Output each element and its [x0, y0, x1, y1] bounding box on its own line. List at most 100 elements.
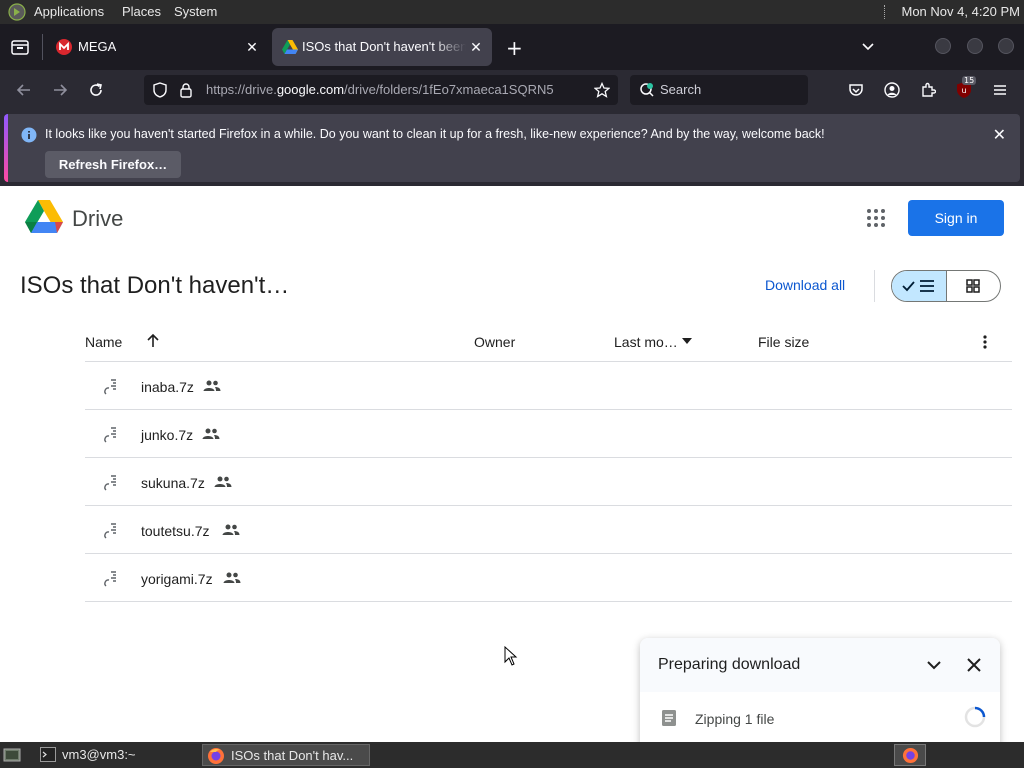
info-icon: [21, 127, 37, 143]
pocket-icon[interactable]: [848, 82, 864, 98]
download-panel-title: Preparing download: [658, 656, 801, 673]
download-item-text: Zipping 1 file: [695, 711, 775, 727]
taskbar-item-label: ISOs that Don't hav...: [231, 748, 354, 763]
minimize-window-icon[interactable]: [935, 38, 951, 54]
menu-applications[interactable]: Applications: [34, 4, 104, 19]
search-bar[interactable]: Search: [630, 75, 808, 105]
tab-drive[interactable]: ISOs that Don't haven't been ✕: [272, 28, 492, 66]
close-icon[interactable]: [967, 658, 981, 672]
file-name[interactable]: junko.7z: [141, 427, 193, 443]
tab-bar: MEGA ✕ ISOs that Don't haven't been ✕ +: [0, 24, 1024, 70]
drive-page: Drive Sign in ISOs that Don't haven't… D…: [0, 186, 1024, 742]
file-row[interactable]: sukuna.7z: [85, 458, 1012, 506]
url-domain: google.com: [276, 82, 345, 97]
url-prefix: https://drive.: [206, 82, 277, 97]
tab-title: MEGA: [78, 39, 117, 54]
search-input[interactable]: Search: [660, 82, 701, 97]
forward-icon[interactable]: [52, 82, 68, 98]
file-row[interactable]: inaba.7z: [85, 362, 1012, 410]
svg-text:u: u: [961, 86, 966, 95]
refresh-firefox-button[interactable]: Refresh Firefox…: [45, 151, 181, 178]
list-view-icon: [902, 280, 934, 292]
close-icon[interactable]: ✕: [466, 37, 486, 57]
file-name[interactable]: yorigami.7z: [141, 571, 213, 587]
archive-file-icon: [103, 570, 119, 588]
more-vert-icon[interactable]: [982, 334, 988, 350]
maximize-window-icon[interactable]: [967, 38, 983, 54]
extensions-icon[interactable]: [920, 82, 936, 98]
show-desktop-icon[interactable]: [3, 746, 21, 764]
view-toggle: [891, 270, 1001, 302]
archive-file-icon: [103, 522, 119, 540]
chevron-down-icon[interactable]: [860, 38, 876, 54]
notification-message: It looks like you haven't started Firefo…: [45, 127, 825, 141]
ublock-badge: 15: [962, 76, 977, 85]
firefox-icon: [208, 748, 224, 764]
reload-icon[interactable]: [88, 82, 104, 98]
nav-bar: https://drive.google.com/drive/folders/1…: [0, 70, 1024, 110]
shared-people-icon: [214, 476, 232, 488]
hamburger-menu-icon[interactable]: [992, 82, 1008, 98]
taskbar-item-terminal[interactable]: vm3@vm3:~: [34, 744, 200, 766]
grid-view-button[interactable]: [948, 271, 1000, 301]
sign-in-button[interactable]: Sign in: [908, 200, 1004, 236]
drive-app-name[interactable]: Drive: [72, 206, 123, 232]
collapse-chevron-icon[interactable]: [926, 657, 942, 673]
workspace-switcher[interactable]: [894, 744, 926, 766]
top-panel: Applications Places System Mon Nov 4, 4:…: [0, 0, 1024, 24]
firefox-view-icon[interactable]: [10, 37, 30, 57]
terminal-icon: [40, 747, 56, 762]
download-panel: Preparing download Zipping 1 file: [640, 638, 1000, 742]
download-all-button[interactable]: Download all: [765, 277, 845, 293]
menu-system[interactable]: System: [174, 4, 217, 19]
gnome-logo-icon[interactable]: [8, 3, 26, 21]
url-bar[interactable]: https://drive.google.com/drive/folders/1…: [144, 75, 618, 105]
file-name[interactable]: sukuna.7z: [141, 475, 205, 491]
file-row[interactable]: toutetsu.7z: [85, 506, 1012, 554]
list-view-button[interactable]: [892, 271, 947, 301]
refresh-firefox-notification: It looks like you haven't started Firefo…: [4, 114, 1020, 182]
toolbar-divider: [874, 270, 875, 302]
close-icon[interactable]: ✕: [242, 37, 262, 57]
sort-arrow-up-icon[interactable]: [145, 333, 161, 349]
column-header-name[interactable]: Name: [85, 334, 122, 350]
mouse-cursor-icon: [504, 646, 518, 666]
tab-mega[interactable]: MEGA ✕: [46, 28, 268, 66]
back-icon[interactable]: [16, 82, 32, 98]
file-name[interactable]: inaba.7z: [141, 379, 194, 395]
caret-down-icon[interactable]: [682, 338, 692, 344]
archive-file-icon: [103, 474, 119, 492]
search-engine-icon: [639, 82, 655, 98]
drive-logo-icon[interactable]: [25, 200, 63, 234]
tab-divider: [42, 34, 43, 60]
close-icon[interactable]: ✕: [993, 125, 1006, 144]
shared-people-icon: [223, 572, 241, 584]
column-header-last-modified[interactable]: Last mo…: [614, 334, 678, 350]
url-text[interactable]: https://drive.google.com/drive/folders/1…: [206, 82, 586, 97]
account-icon[interactable]: [884, 82, 900, 98]
archive-file-icon: [103, 426, 119, 444]
shared-people-icon: [202, 428, 220, 440]
notification-accent: [4, 114, 8, 182]
bookmark-star-icon[interactable]: [594, 82, 610, 98]
shared-people-icon: [222, 524, 240, 536]
google-apps-icon[interactable]: [866, 208, 886, 228]
menu-places[interactable]: Places: [122, 4, 161, 19]
taskbar: vm3@vm3:~ ISOs that Don't hav...: [0, 742, 1024, 768]
new-tab-icon[interactable]: +: [506, 36, 523, 60]
download-panel-header: Preparing download: [640, 638, 1000, 692]
panel-clock[interactable]: Mon Nov 4, 4:20 PM: [902, 4, 1021, 19]
file-row[interactable]: junko.7z: [85, 410, 1012, 458]
column-header-file-size[interactable]: File size: [758, 334, 809, 350]
taskbar-item-firefox[interactable]: ISOs that Don't hav...: [202, 744, 370, 766]
url-path: /drive/folders/1fEo7xmaeca1SQRN5: [344, 82, 554, 97]
column-header-owner[interactable]: Owner: [474, 334, 515, 350]
close-window-icon[interactable]: [998, 38, 1014, 54]
shield-icon[interactable]: [152, 82, 168, 98]
file-row[interactable]: yorigami.7z: [85, 554, 1012, 602]
file-name[interactable]: toutetsu.7z: [141, 523, 210, 539]
drive-favicon-icon: [282, 39, 298, 55]
document-icon: [661, 709, 677, 727]
lock-icon[interactable]: [179, 82, 193, 98]
tab-title: ISOs that Don't haven't been: [302, 39, 466, 54]
